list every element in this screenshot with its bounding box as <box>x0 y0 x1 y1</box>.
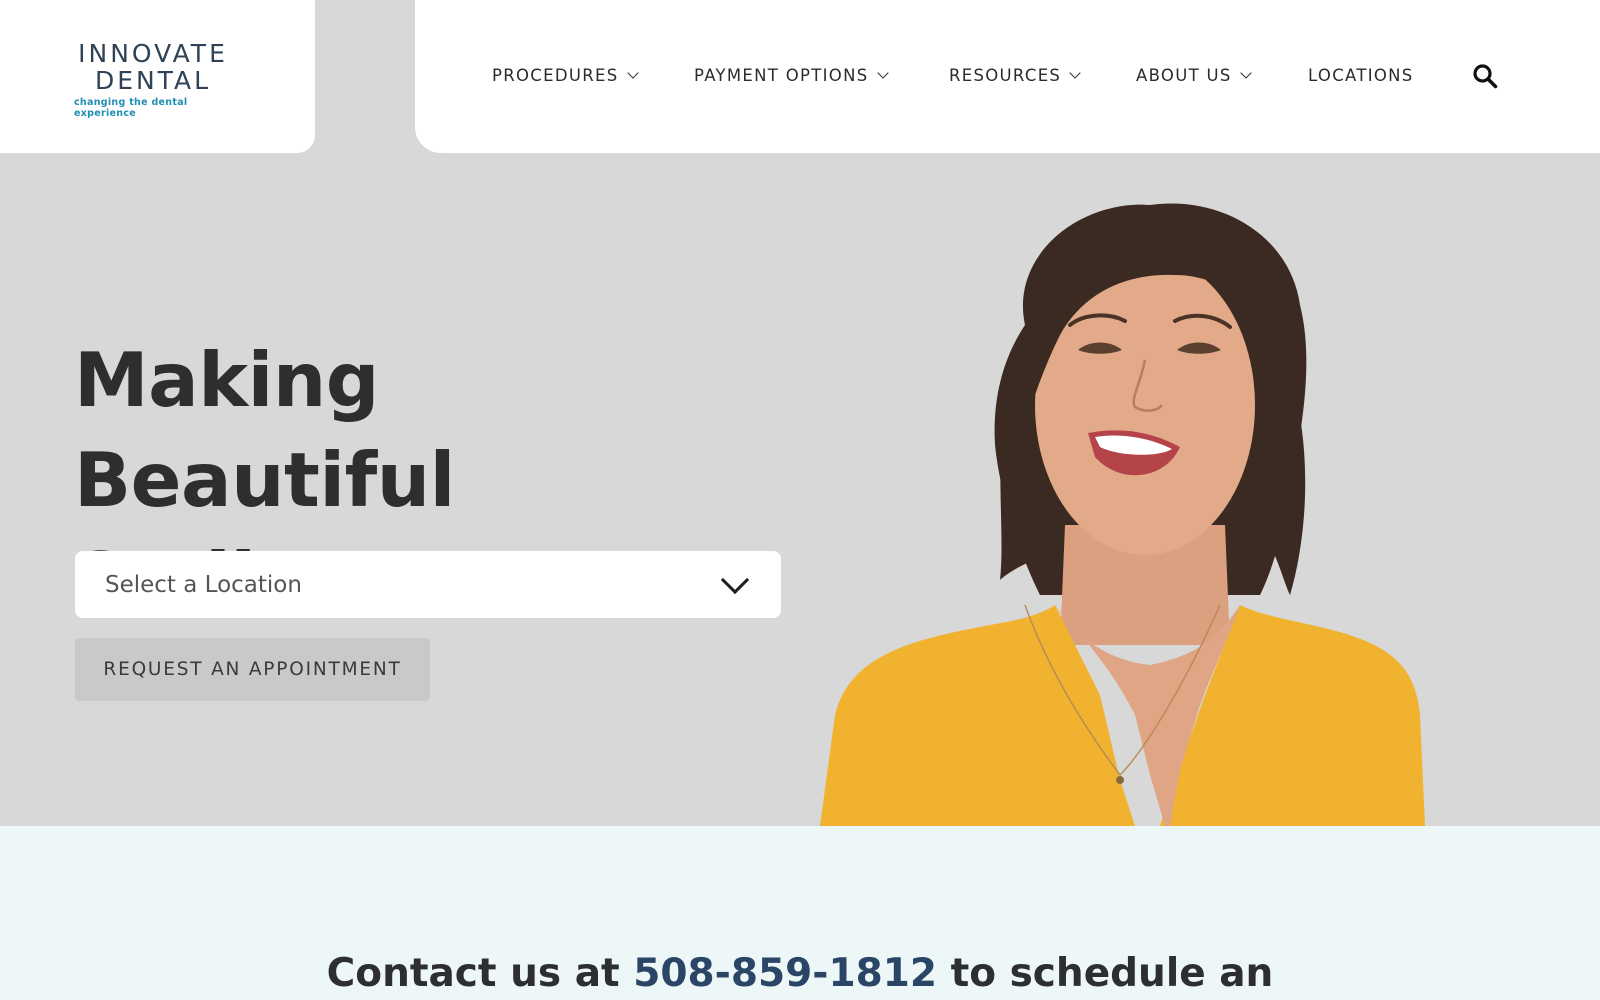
contact-phone-link[interactable]: 508-859-1812 <box>633 951 937 996</box>
logo-line-1: INNOVATE <box>78 39 228 68</box>
nav-item-about-us[interactable]: ABOUT US <box>1136 66 1252 85</box>
location-select[interactable]: Select a Location <box>75 551 781 618</box>
chevron-down-icon <box>720 565 750 594</box>
logo-tagline: changing the dental experience <box>74 97 188 119</box>
contact-text: Contact us at 508-859-1812 to schedule a… <box>0 951 1600 996</box>
contact-suffix: to schedule an <box>937 951 1274 996</box>
logo-line-2: DENTAL <box>94 66 212 95</box>
location-select-value: Select a Location <box>105 571 302 598</box>
request-appointment-button[interactable]: REQUEST AN APPOINTMENT <box>75 638 430 701</box>
logo-container: INNOVATE DENTAL changing the dental expe… <box>0 0 315 153</box>
nav-item-locations[interactable]: LOCATIONS <box>1308 66 1414 85</box>
chevron-down-icon <box>1239 67 1252 79</box>
hero-photo <box>820 203 1425 826</box>
hero-title-line-1: Making Beautiful <box>74 336 455 524</box>
nav-item-label: ABOUT US <box>1136 66 1232 85</box>
contact-section: Contact us at 508-859-1812 to schedule a… <box>0 826 1600 1000</box>
nav-item-label: LOCATIONS <box>1308 66 1414 85</box>
nav-item-payment-options[interactable]: PAYMENT OPTIONS <box>694 66 889 85</box>
chevron-down-icon <box>626 67 639 79</box>
nav-item-label: RESOURCES <box>949 66 1062 85</box>
contact-prefix: Contact us at <box>326 951 634 996</box>
chevron-down-icon <box>1069 67 1081 79</box>
search-icon[interactable] <box>1472 63 1498 89</box>
nav-item-procedures[interactable]: PROCEDURES <box>492 66 639 85</box>
nav-item-label: PROCEDURES <box>492 66 619 85</box>
logo[interactable]: INNOVATE DENTAL changing the dental expe… <box>74 39 244 120</box>
main-navigation: PROCEDURES PAYMENT OPTIONS RESOURCES ABO… <box>415 0 1600 153</box>
chevron-down-icon <box>876 67 889 79</box>
nav-item-label: PAYMENT OPTIONS <box>694 66 869 85</box>
necklace-pendant <box>1116 776 1124 784</box>
nav-item-resources[interactable]: RESOURCES <box>949 66 1081 85</box>
